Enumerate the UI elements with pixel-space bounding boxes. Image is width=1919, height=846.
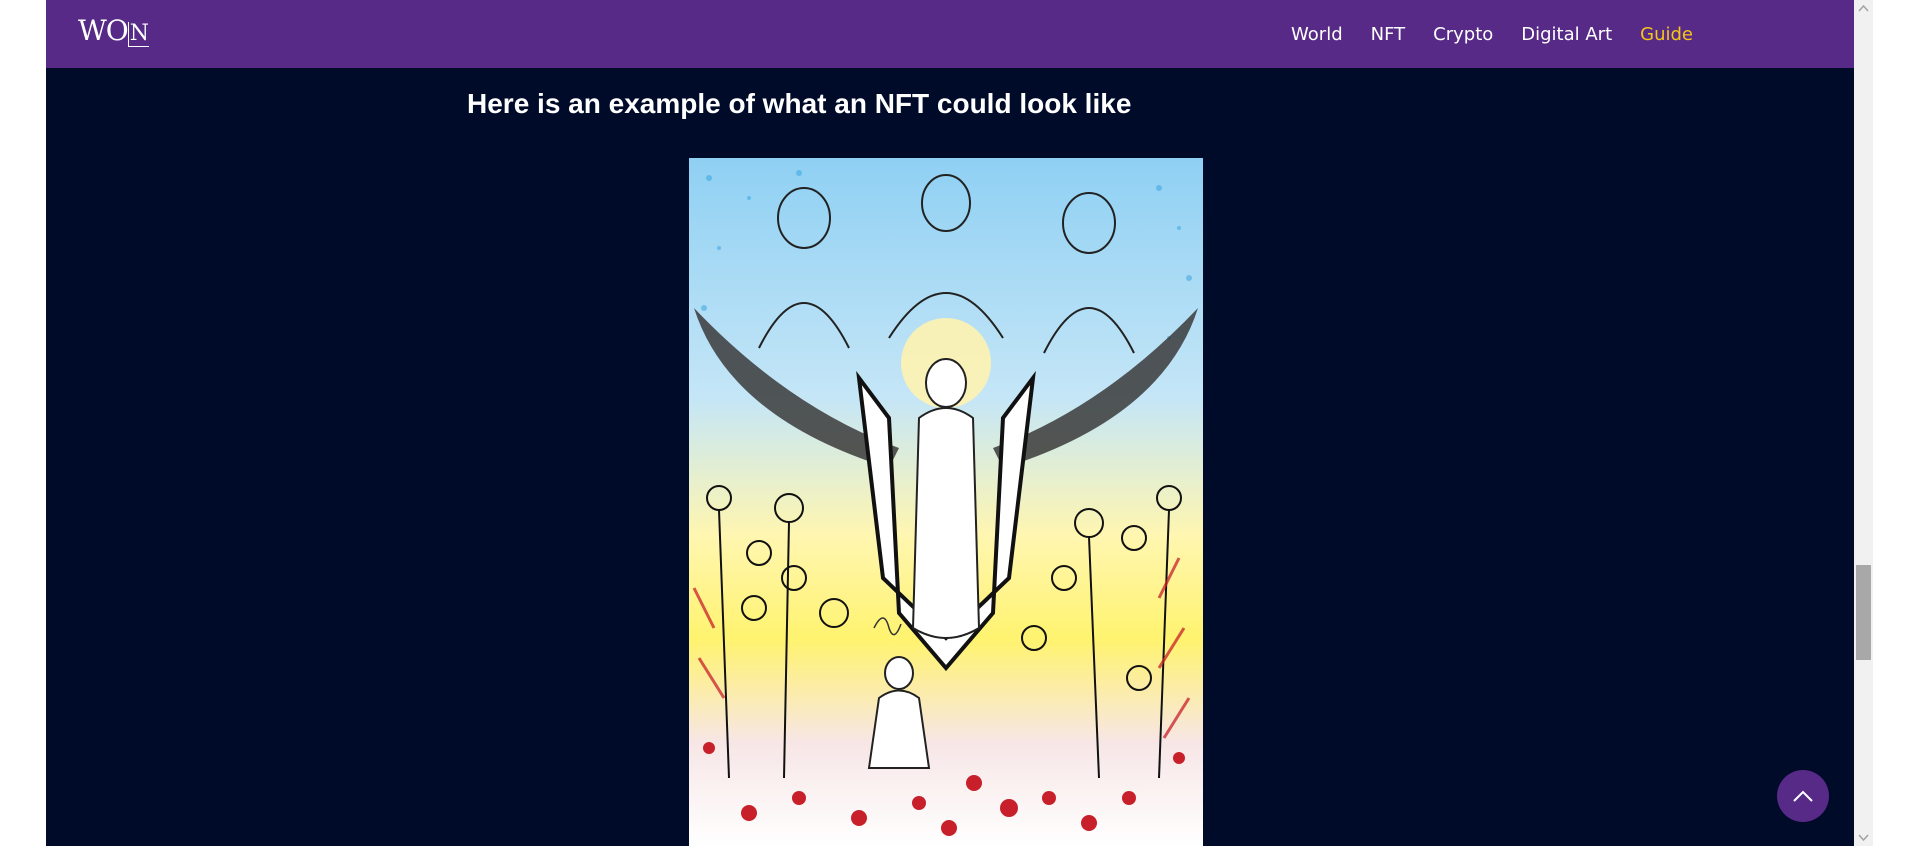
- nav-link-nft[interactable]: NFT: [1371, 24, 1406, 45]
- logo-letter-w: W: [78, 14, 107, 47]
- nav-link-world[interactable]: World: [1291, 24, 1343, 45]
- page-viewport: WON World NFT Crypto Digital Art Guide H…: [46, 0, 1873, 846]
- nft-artwork-image: [689, 158, 1203, 846]
- triangle-up-icon[interactable]: [1854, 0, 1873, 17]
- chevron-up-icon: [1793, 790, 1813, 802]
- back-to-top-button[interactable]: [1777, 770, 1829, 822]
- nav-links: World NFT Crypto Digital Art Guide: [1291, 0, 1693, 68]
- nav-link-digital-art[interactable]: Digital Art: [1521, 24, 1612, 45]
- logo-letter-o: O: [105, 14, 129, 47]
- scrollbar-thumb[interactable]: [1856, 565, 1871, 660]
- triangle-down-icon[interactable]: [1854, 829, 1873, 846]
- site-logo[interactable]: WON: [78, 14, 149, 48]
- section-headline: Here is an example of what an NFT could …: [467, 88, 1132, 119]
- logo-letter-n: N: [127, 21, 149, 47]
- vertical-scrollbar[interactable]: [1854, 0, 1873, 846]
- nav-link-crypto[interactable]: Crypto: [1433, 24, 1493, 45]
- top-navbar: WON World NFT Crypto Digital Art Guide: [46, 0, 1854, 68]
- nav-link-guide[interactable]: Guide: [1640, 24, 1693, 45]
